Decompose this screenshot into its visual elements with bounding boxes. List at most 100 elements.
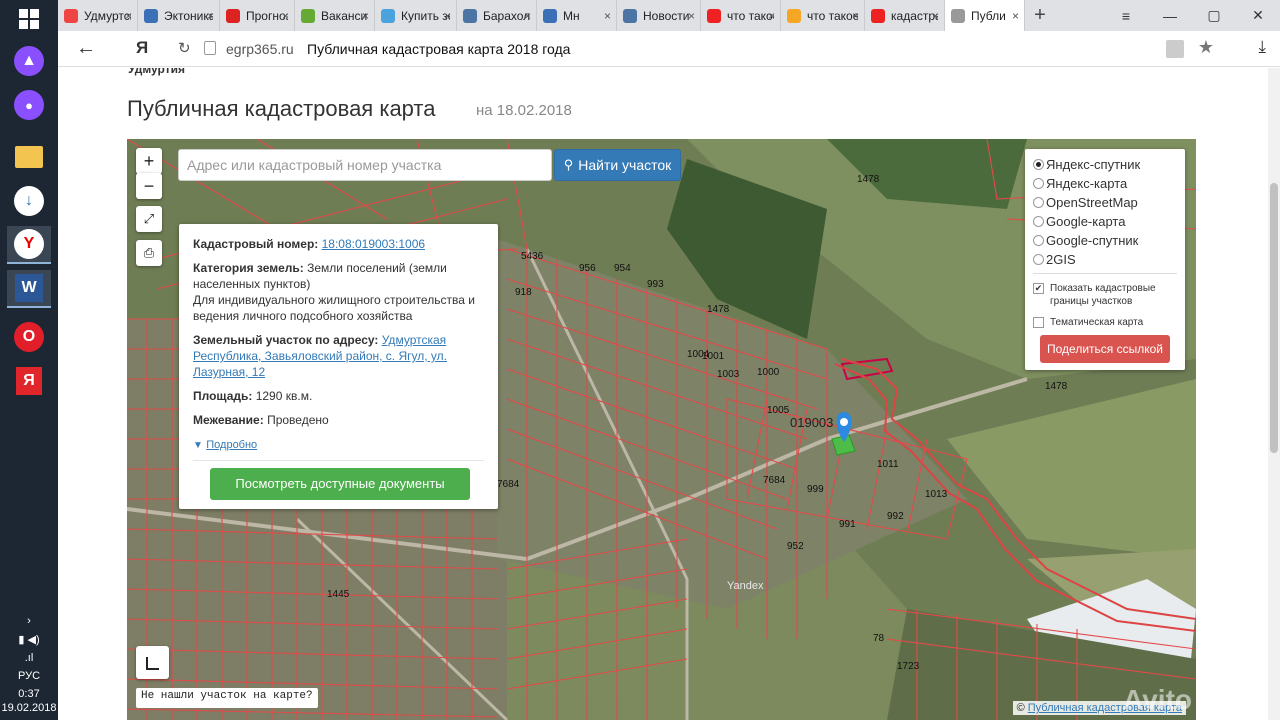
alice-assistant-icon[interactable]: ▲ bbox=[7, 42, 51, 80]
tab-close-icon[interactable]: × bbox=[524, 9, 531, 23]
radio-icon[interactable] bbox=[1033, 216, 1044, 227]
browser-tab[interactable]: Мн × bbox=[537, 0, 617, 31]
caret-down-icon[interactable]: ▼ bbox=[193, 440, 203, 451]
browser-tab[interactable]: Эктоника × bbox=[138, 0, 220, 31]
tab-close-icon[interactable]: × bbox=[282, 9, 289, 23]
browser-tab[interactable]: Удмуртск × bbox=[58, 0, 138, 31]
radio-icon[interactable] bbox=[1033, 235, 1044, 246]
tab-title: Мн bbox=[563, 8, 580, 23]
clock-date[interactable]: 19.02.2018 bbox=[0, 702, 58, 714]
show-borders-checkbox[interactable]: ✔ Показать кадастровые границы участков bbox=[1033, 282, 1177, 308]
tab-title: Вакансии bbox=[321, 8, 368, 23]
zoom-in-button[interactable]: + bbox=[136, 148, 162, 174]
new-tab-button[interactable]: + bbox=[1025, 4, 1055, 27]
back-arrow-icon[interactable]: ← bbox=[76, 37, 96, 60]
parcel-label: 954 bbox=[614, 263, 631, 274]
parcel-label: 7684 bbox=[497, 479, 520, 490]
checkbox-checked-icon[interactable]: ✔ bbox=[1033, 283, 1044, 294]
word-icon[interactable]: W bbox=[7, 270, 51, 308]
system-tray: › ▮ ◀) .ıl РУС 0:37 19.02.2018 bbox=[0, 615, 58, 720]
signal-icon[interactable]: .ıl bbox=[0, 652, 58, 664]
radio-icon[interactable] bbox=[1033, 254, 1044, 265]
share-link-button[interactable]: Поделиться ссылкой bbox=[1040, 335, 1170, 363]
clock-time[interactable]: 0:37 bbox=[0, 688, 58, 700]
print-icon[interactable]: ⎙ bbox=[136, 240, 162, 266]
search-button-label: Найти участок bbox=[578, 157, 672, 173]
layer-option-label: OpenStreetMap bbox=[1046, 195, 1138, 210]
layer-option[interactable]: Google-карта bbox=[1033, 212, 1177, 231]
tab-close-icon[interactable]: × bbox=[207, 9, 214, 23]
opera-icon[interactable]: O bbox=[7, 318, 51, 356]
more-toggle-link[interactable]: Подробно bbox=[206, 439, 257, 451]
view-documents-button[interactable]: Посмотреть доступные документы bbox=[210, 468, 470, 500]
downloads-icon[interactable]: ⤓ bbox=[1258, 37, 1266, 57]
reload-icon[interactable]: ↻ bbox=[178, 39, 191, 57]
browser-tab[interactable]: Купить зе × bbox=[375, 0, 457, 31]
browser-tab[interactable]: кадастра × bbox=[865, 0, 945, 31]
menu-icon[interactable]: ≡ bbox=[1104, 0, 1148, 31]
windows-taskbar: ▲ ● ↓ Y W O Я › ▮ ◀) .ıl РУС 0:37 19.02.… bbox=[0, 0, 58, 720]
thematic-map-checkbox[interactable]: Тематическая карта bbox=[1033, 316, 1177, 329]
yandex-logo-icon[interactable]: Я bbox=[136, 38, 148, 58]
explorer-icon[interactable] bbox=[7, 138, 51, 176]
layer-option[interactable]: Google-спутник bbox=[1033, 231, 1177, 250]
address-label: Земельный участок по адресу: bbox=[193, 333, 379, 347]
radio-icon[interactable] bbox=[1033, 178, 1044, 189]
yandex-icon[interactable]: Я bbox=[7, 362, 51, 400]
voice-icon[interactable]: ● bbox=[7, 86, 51, 124]
yandex-browser-icon[interactable]: Y bbox=[7, 226, 51, 264]
tab-close-icon[interactable]: × bbox=[852, 9, 859, 23]
tab-close-icon[interactable]: × bbox=[362, 9, 369, 23]
survey-label: Межевание: bbox=[193, 413, 264, 427]
radio-icon[interactable] bbox=[1033, 159, 1044, 170]
parcel-label: 5436 bbox=[521, 251, 544, 262]
tab-close-icon[interactable]: × bbox=[688, 9, 695, 23]
window-controls: ≡ — ▢ ✕ bbox=[1104, 0, 1280, 31]
layer-option[interactable]: Яндекс-карта bbox=[1033, 174, 1177, 193]
cad-number-link[interactable]: 18:08:019003:1006 bbox=[322, 237, 425, 251]
ruler-icon[interactable] bbox=[136, 646, 169, 679]
fullscreen-icon[interactable]: ⤢ bbox=[136, 206, 162, 232]
search-input[interactable] bbox=[178, 149, 552, 181]
download-icon[interactable]: ↓ bbox=[7, 182, 51, 220]
language-indicator[interactable]: РУС bbox=[0, 670, 58, 682]
tab-close-icon[interactable]: × bbox=[604, 9, 611, 23]
tab-close-icon[interactable]: × bbox=[444, 9, 451, 23]
checkbox-icon[interactable] bbox=[1033, 317, 1044, 328]
windows-start-icon[interactable] bbox=[7, 0, 51, 38]
not-found-link[interactable]: Не нашли участок на карте? bbox=[136, 688, 318, 708]
browser-tab[interactable]: что такое× bbox=[781, 0, 865, 31]
bookmark-panel-icon[interactable] bbox=[1166, 40, 1184, 58]
page-scrollbar[interactable] bbox=[1268, 68, 1280, 720]
network-volume-icons[interactable]: ▮ ◀) bbox=[0, 633, 58, 646]
chevron-up-icon[interactable]: › bbox=[0, 615, 58, 627]
layer-option[interactable]: Яндекс-спутник bbox=[1033, 155, 1177, 174]
layer-option[interactable]: 2GIS bbox=[1033, 250, 1177, 269]
star-icon[interactable]: ★ bbox=[1198, 37, 1214, 58]
tab-close-icon[interactable]: × bbox=[768, 9, 775, 23]
url-page-title[interactable]: Публичная кадастровая карта 2018 года bbox=[307, 41, 570, 57]
tab-close-icon[interactable]: × bbox=[932, 9, 939, 23]
area-label: Площадь: bbox=[193, 389, 253, 403]
scroll-thumb[interactable] bbox=[1270, 183, 1278, 453]
tab-close-icon[interactable]: × bbox=[1012, 9, 1019, 23]
minimize-icon[interactable]: — bbox=[1148, 0, 1192, 31]
maximize-icon[interactable]: ▢ bbox=[1192, 0, 1236, 31]
url-domain[interactable]: egrp365.ru bbox=[226, 41, 294, 57]
browser-tab[interactable]: Прогноз × bbox=[220, 0, 295, 31]
search-button[interactable]: ⚲ Найти участок bbox=[554, 149, 681, 181]
browser-tab[interactable]: Барахолка× bbox=[457, 0, 537, 31]
lock-icon[interactable] bbox=[204, 41, 216, 55]
layer-option[interactable]: OpenStreetMap bbox=[1033, 193, 1177, 212]
breadcrumb-region[interactable]: Удмуртия bbox=[128, 68, 185, 76]
parcel-label: 1723 bbox=[897, 661, 920, 672]
zoom-out-button[interactable]: − bbox=[136, 173, 162, 199]
browser-tab[interactable]: Новости × bbox=[617, 0, 701, 31]
browser-tab[interactable]: Публи × bbox=[945, 0, 1025, 31]
browser-tab[interactable]: что такое× bbox=[701, 0, 781, 31]
cadastral-map[interactable]: Yandex 1478 1478 1478 5436 954 956 993 9… bbox=[127, 139, 1196, 720]
tab-close-icon[interactable]: × bbox=[125, 9, 132, 23]
radio-icon[interactable] bbox=[1033, 197, 1044, 208]
close-icon[interactable]: ✕ bbox=[1236, 0, 1280, 31]
browser-tab[interactable]: Вакансии× bbox=[295, 0, 375, 31]
